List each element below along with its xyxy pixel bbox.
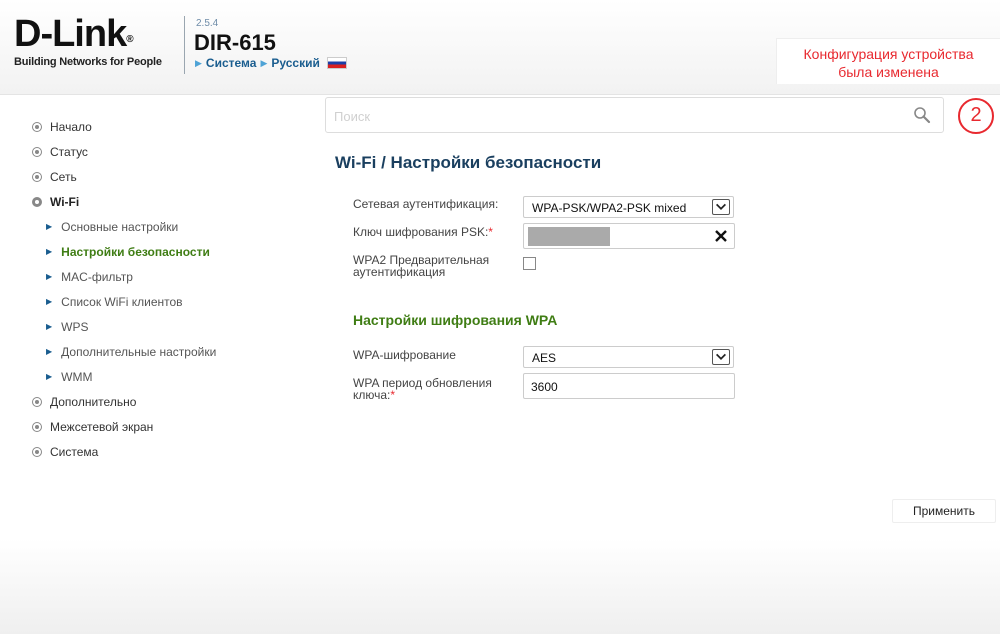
psk-label: Ключ шифрования PSK:*	[353, 226, 493, 238]
wpa-rekey-label: WPA период обновления ключа:*	[353, 377, 492, 401]
chevron-right-icon: ▶	[46, 347, 53, 356]
psk-input[interactable]	[523, 223, 735, 249]
config-changed-notice[interactable]: Конфигурация устройства была изменена	[776, 38, 1000, 84]
sidebar-item-label: Начало	[50, 119, 92, 134]
sidebar: Начало Статус Сеть Wi-Fi ▶ Основные настр…	[32, 114, 292, 464]
breadcrumb-system[interactable]: Система	[206, 56, 257, 70]
auth-select-value: WPA-PSK/WPA2-PSK mixed	[532, 201, 687, 215]
header-divider	[184, 16, 185, 74]
sidebar-item-advanced[interactable]: Дополнительно	[32, 389, 292, 414]
sidebar-subitem-label: MAC-фильтр	[61, 269, 133, 284]
dlink-logo[interactable]: D-Link® Building Networks for People	[14, 14, 184, 74]
sidebar-item-label: Wi-Fi	[50, 194, 80, 209]
config-notice-line2: была изменена	[838, 64, 939, 80]
search-icon[interactable]	[913, 106, 931, 124]
preauth-checkbox[interactable]	[523, 257, 536, 270]
logo-tagline: Building Networks for People	[14, 56, 162, 68]
sidebar-subitem-basic[interactable]: ▶ Основные настройки	[32, 214, 292, 239]
auth-label: Сетевая аутентификация:	[353, 197, 499, 211]
preauth-label: WPA2 Предварительная аутентификация	[353, 254, 489, 278]
model-name: DIR-615	[194, 30, 276, 55]
bullet-icon	[32, 446, 42, 457]
close-icon[interactable]	[714, 229, 728, 243]
firmware-version: 2.5.4	[196, 18, 219, 29]
sidebar-subitem-security[interactable]: ▶ Настройки безопасности	[32, 239, 292, 264]
notification-badge[interactable]: 2	[958, 98, 994, 134]
wpa-cipher-label: WPA-шифрование	[353, 348, 456, 362]
preauth-label-line2: аутентификация	[353, 265, 446, 279]
bullet-icon	[32, 421, 42, 432]
sidebar-item-home[interactable]: Начало	[32, 114, 292, 139]
sidebar-subitem-clients[interactable]: ▶ Список WiFi клиентов	[32, 289, 292, 314]
sidebar-subitem-advanced[interactable]: ▶ Дополнительные настройки	[32, 339, 292, 364]
sidebar-item-system[interactable]: Система	[32, 439, 292, 464]
wpa-cipher-value: AES	[532, 351, 557, 365]
sidebar-subitem-label: WPS	[61, 319, 89, 334]
chevron-right-icon: ▶	[46, 272, 53, 281]
bullet-icon	[32, 171, 42, 182]
sidebar-item-label: Межсетевой экран	[50, 419, 154, 434]
sidebar-item-label: Статус	[50, 144, 88, 159]
required-mark: *	[488, 225, 493, 239]
sidebar-item-label: Сеть	[50, 169, 77, 184]
russian-flag-icon[interactable]	[326, 57, 347, 69]
sidebar-subitem-label: WMM	[61, 369, 93, 384]
search-input[interactable]	[334, 106, 894, 126]
chevron-down-icon	[712, 199, 730, 215]
chevron-right-icon: ▶	[46, 297, 53, 306]
wpa-rekey-input[interactable]: 3600	[523, 373, 735, 399]
sidebar-item-status[interactable]: Статус	[32, 139, 292, 164]
sidebar-item-label: Система	[50, 444, 99, 459]
chevron-right-icon: ▶	[46, 322, 53, 331]
breadcrumb: ▶ Система ▶ Русский	[195, 56, 347, 70]
auth-select[interactable]: WPA-PSK/WPA2-PSK mixed	[523, 196, 734, 218]
psk-masked-value	[528, 227, 610, 246]
chevron-right-icon: ▶	[195, 57, 202, 68]
sidebar-item-firewall[interactable]: Межсетевой экран	[32, 414, 292, 439]
sidebar-item-network[interactable]: Сеть	[32, 164, 292, 189]
registered-mark: ®	[126, 34, 133, 45]
sidebar-subitem-label: Настройки безопасности	[61, 244, 210, 259]
sidebar-subitem-mac-filter[interactable]: ▶ MAC-фильтр	[32, 264, 292, 289]
bullet-icon	[32, 396, 42, 407]
chevron-right-icon: ▶	[260, 57, 268, 68]
chevron-right-icon: ▶	[46, 247, 53, 256]
sidebar-subitem-label: Список WiFi клиентов	[61, 294, 183, 309]
sidebar-item-label: Дополнительно	[50, 394, 137, 409]
breadcrumb-language[interactable]: Русский	[271, 56, 320, 70]
sidebar-subitem-wmm[interactable]: ▶ WMM	[32, 364, 292, 389]
wpa-rekey-value: 3600	[531, 380, 558, 394]
sidebar-subitem-label: Основные настройки	[61, 219, 179, 234]
apply-button[interactable]: Применить	[892, 499, 996, 523]
chevron-right-icon: ▶	[46, 222, 53, 231]
header: D-Link® Building Networks for People 2.5…	[0, 0, 1000, 95]
expanded-bullet-icon	[32, 196, 42, 207]
required-mark: *	[390, 388, 396, 402]
bullet-icon	[32, 146, 42, 157]
sidebar-item-wifi[interactable]: Wi-Fi	[32, 189, 292, 214]
psk-label-text: Ключ шифрования PSK:	[353, 225, 489, 239]
wpa-section-title: Настройки шифрования WPA	[353, 312, 558, 328]
sidebar-subitem-wps[interactable]: ▶ WPS	[32, 314, 292, 339]
page-title: Wi-Fi / Настройки безопасности	[335, 153, 602, 172]
wpa-cipher-select[interactable]: AES	[523, 346, 734, 368]
sidebar-subitem-label: Дополнительные настройки	[61, 344, 217, 359]
chevron-right-icon: ▶	[46, 372, 53, 381]
search-box	[325, 97, 944, 133]
bullet-icon	[32, 121, 42, 132]
logo-text: D-Link	[14, 13, 127, 55]
chevron-down-icon	[712, 349, 730, 365]
wpa-rekey-label-line2: ключа:	[353, 388, 391, 402]
wpa-rekey-label-line2-wrap: ключа:*	[353, 389, 492, 401]
config-notice-line1: Конфигурация устройства	[803, 46, 974, 62]
